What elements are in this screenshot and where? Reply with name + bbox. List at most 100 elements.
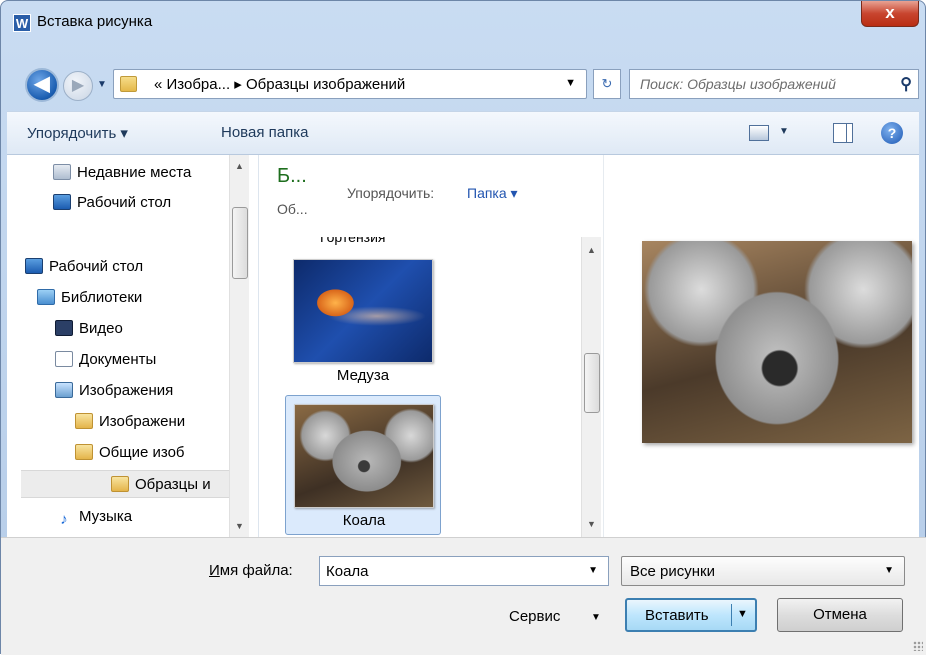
arrange-by-dropdown[interactable]: Папка ▾ — [467, 185, 518, 202]
scroll-up-icon[interactable]: ▲ — [235, 161, 244, 171]
filename-input[interactable]: Коала ▼ — [319, 556, 609, 586]
file-item-label: Медуза — [336, 367, 390, 384]
search-input[interactable]: Поиск: Образцы изображений ⚲ — [629, 69, 919, 99]
view-dropdown-icon[interactable]: ▼ — [779, 126, 789, 137]
scroll-down-icon[interactable]: ▼ — [587, 519, 596, 529]
close-button[interactable]: x — [861, 1, 919, 27]
sidebar-item-label: Общие изоб — [99, 444, 185, 461]
sidebar-item-my-pictures[interactable]: Изображени — [75, 408, 185, 436]
insert-dropdown-icon[interactable]: ▼ — [737, 608, 748, 620]
scroll-up-icon[interactable]: ▲ — [587, 245, 596, 255]
sidebar-item-label: Документы — [79, 351, 157, 368]
preview-pane — [603, 155, 919, 537]
folder-icon — [111, 476, 129, 492]
sidebar-item-label: Видео — [79, 320, 123, 337]
koala-preview-image — [642, 241, 912, 443]
sidebar-item-label: Музыка — [79, 508, 133, 525]
scroll-thumb[interactable] — [232, 207, 248, 279]
video-icon — [55, 320, 73, 336]
tools-dropdown-icon[interactable]: ▼ — [591, 612, 601, 623]
sidebar-item-label: Изображения — [79, 382, 174, 399]
search-icon[interactable]: ⚲ — [900, 74, 912, 94]
pictures-folder-icon — [75, 413, 93, 429]
pictures-icon — [55, 382, 73, 398]
library-header: Б... Об... Упорядочить: Папка ▾ — [263, 155, 603, 237]
navigation-pane: Недавние места Рабочий стол Рабочий стол… — [7, 155, 259, 537]
resize-grip-icon[interactable] — [913, 641, 923, 651]
file-type-select[interactable]: Все рисунки ▼ — [621, 556, 905, 586]
file-item-label[interactable]: Гортензия — [320, 237, 386, 245]
sidebar-item-label: Рабочий стол — [49, 258, 144, 275]
filename-value: Коала — [326, 563, 369, 580]
desktop-icon — [25, 258, 43, 274]
sidebar-item-music[interactable]: ♪ Музыка — [55, 503, 132, 531]
tools-button[interactable]: Сервис — [509, 608, 560, 625]
command-toolbar: Упорядочить ▾ Новая папка ▼ ? — [7, 111, 919, 155]
scroll-thumb[interactable] — [584, 353, 600, 413]
search-placeholder: Поиск: Образцы изображений — [640, 76, 836, 92]
back-button[interactable]: ◀ — [25, 68, 59, 102]
sidebar-item-label: Образцы и — [135, 476, 211, 493]
preview-pane-icon[interactable] — [833, 123, 853, 143]
documents-icon — [55, 351, 73, 367]
insert-picture-dialog: W Вставка рисунка x ◀ ▶ ▼ « Изобра... ▸ … — [0, 0, 926, 655]
file-item-jellyfish[interactable]: Медуза — [285, 251, 441, 391]
insert-button[interactable]: Вставить ▼ — [625, 598, 757, 632]
folder-icon — [120, 76, 137, 92]
library-title: Б... — [277, 165, 307, 187]
refresh-button[interactable]: ↻ — [593, 69, 621, 99]
file-list-scrollbar[interactable]: ▲ ▼ — [581, 237, 601, 537]
arrange-by-label: Упорядочить: — [347, 185, 435, 201]
koala-thumbnail — [294, 404, 434, 508]
filename-dropdown-icon[interactable]: ▼ — [588, 565, 598, 576]
sidebar-item-desktop-fav[interactable]: Рабочий стол — [53, 189, 171, 217]
content-area: Недавние места Рабочий стол Рабочий стол… — [7, 155, 919, 537]
file-type-value: Все рисунки — [630, 563, 715, 580]
folder-icon — [75, 444, 93, 460]
libraries-icon — [37, 289, 55, 305]
breadcrumb[interactable]: « Изобра... ▸ Образцы изображений — [154, 75, 405, 93]
sidebar-item-documents[interactable]: Документы — [55, 346, 156, 374]
new-folder-button[interactable]: Новая папка — [221, 124, 308, 141]
insert-label: Вставить — [645, 607, 709, 624]
split-divider — [731, 604, 732, 626]
sidebar-item-label: Недавние места — [77, 164, 192, 181]
music-icon: ♪ — [60, 511, 68, 528]
filename-label-accesskey: И — [209, 562, 220, 579]
sidebar-item-public-pictures[interactable]: Общие изоб — [75, 439, 185, 467]
filename-label-text: мя файла: — [219, 562, 293, 579]
forward-button[interactable]: ▶ — [63, 71, 93, 101]
sidebar-item-label: Библиотеки — [61, 289, 143, 306]
sidebar-item-label: Изображени — [99, 413, 186, 430]
address-dropdown-icon[interactable]: ▼ — [565, 77, 576, 89]
sidebar-item-sample-pictures[interactable]: Образцы и — [21, 470, 229, 498]
cancel-button[interactable]: Отмена — [777, 598, 903, 632]
sidebar-item-desktop[interactable]: Рабочий стол — [25, 253, 143, 281]
word-icon: W — [13, 14, 31, 32]
navigation-bar: ◀ ▶ ▼ « Изобра... ▸ Образцы изображений … — [1, 53, 926, 105]
view-icon[interactable] — [749, 125, 769, 141]
scroll-down-icon[interactable]: ▼ — [235, 521, 244, 531]
title-bar: W Вставка рисунка x — [1, 1, 926, 41]
history-dropdown-icon[interactable]: ▼ — [97, 79, 107, 90]
organize-button[interactable]: Упорядочить ▾ — [27, 124, 128, 142]
file-type-dropdown-icon[interactable]: ▼ — [884, 565, 894, 576]
file-list: Гортензия Медуза Коала — [263, 237, 603, 537]
sidebar-item-libraries[interactable]: Библиотеки — [37, 284, 142, 312]
help-icon[interactable]: ? — [881, 122, 903, 144]
sidebar-item-recent[interactable]: Недавние места — [53, 159, 191, 187]
file-item-label: Коала — [342, 512, 386, 529]
library-subtitle: Об... — [277, 201, 308, 217]
desktop-icon — [53, 194, 71, 210]
jellyfish-thumbnail — [293, 259, 433, 363]
sidebar-item-pictures[interactable]: Изображения — [55, 377, 173, 405]
window-title: Вставка рисунка — [37, 13, 153, 30]
dialog-footer: Имя файла: Коала ▼ Все рисунки ▼ Сервис … — [1, 537, 926, 655]
sidebar-item-video[interactable]: Видео — [55, 315, 123, 343]
recent-places-icon — [53, 164, 71, 180]
file-item-koala[interactable]: Коала — [285, 395, 441, 535]
filename-label: Имя файла: — [209, 562, 293, 579]
navigation-scrollbar[interactable]: ▲ ▼ — [229, 155, 249, 537]
address-bar[interactable]: « Изобра... ▸ Образцы изображений ▼ — [113, 69, 587, 99]
sidebar-item-label: Рабочий стол — [77, 194, 172, 211]
